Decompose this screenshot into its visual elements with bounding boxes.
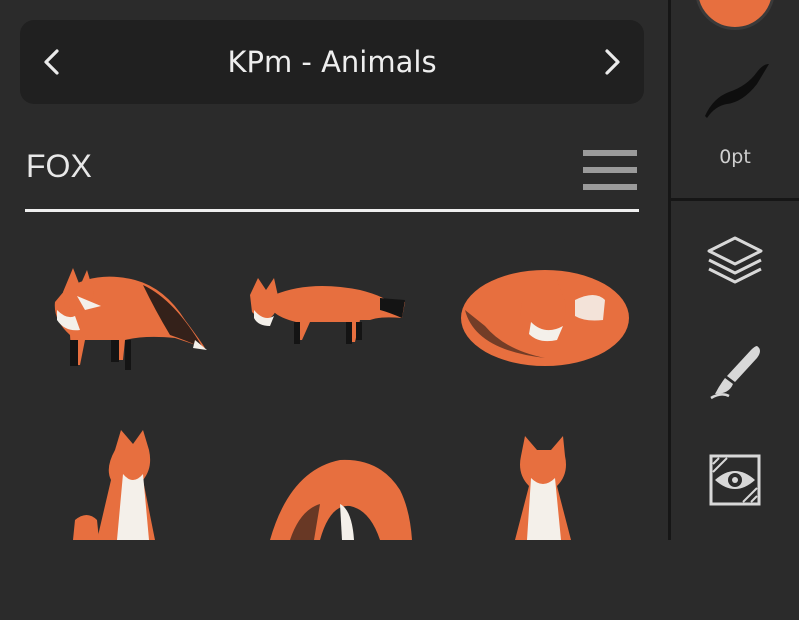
stamp-fox-sitting-with-kit[interactable]: [25, 430, 230, 620]
library-navigator: KPm - Animals: [20, 20, 644, 104]
visibility-icon: [709, 454, 761, 506]
visibility-button[interactable]: [705, 450, 765, 510]
fox-walking-image: [250, 278, 405, 344]
category-title: FOX: [26, 148, 92, 184]
fox-curled-sleeping-image: [461, 270, 629, 366]
brush-size-label: 0pt: [719, 146, 751, 168]
stamp-fox-pouncing[interactable]: [230, 430, 435, 620]
category-menu-button[interactable]: [582, 148, 638, 192]
brush-tool-button[interactable]: [705, 340, 765, 400]
next-library-button[interactable]: [592, 42, 632, 82]
fox-looking-back-image: [54, 268, 207, 370]
stamp-grid: [25, 220, 639, 540]
sidebar-separator: [671, 198, 799, 201]
brush-stroke-preview[interactable]: [699, 58, 779, 128]
brush-stroke-icon: [705, 64, 769, 118]
tool-sidebar: 0pt: [668, 0, 799, 540]
stamp-library-panel: KPm - Animals FOX: [0, 0, 668, 540]
library-title: KPm - Animals: [227, 45, 437, 79]
brush-icon: [710, 346, 760, 400]
stamp-fox-sitting-front[interactable]: [435, 430, 640, 620]
category-divider: [25, 209, 639, 212]
fox-pouncing-image: [270, 459, 412, 540]
chevron-right-icon: [605, 49, 620, 75]
hamburger-menu-icon: [583, 150, 637, 190]
layers-button[interactable]: [705, 232, 765, 292]
stamp-fox-curled-sleeping[interactable]: [435, 240, 640, 430]
color-swatch-button[interactable]: [695, 0, 775, 30]
stamp-fox-walking[interactable]: [230, 240, 435, 430]
layers-icon: [707, 236, 763, 284]
fox-sitting-front-image: [515, 436, 571, 540]
fox-sitting-with-kit-image: [73, 430, 155, 540]
stamp-fox-looking-back[interactable]: [25, 240, 230, 430]
